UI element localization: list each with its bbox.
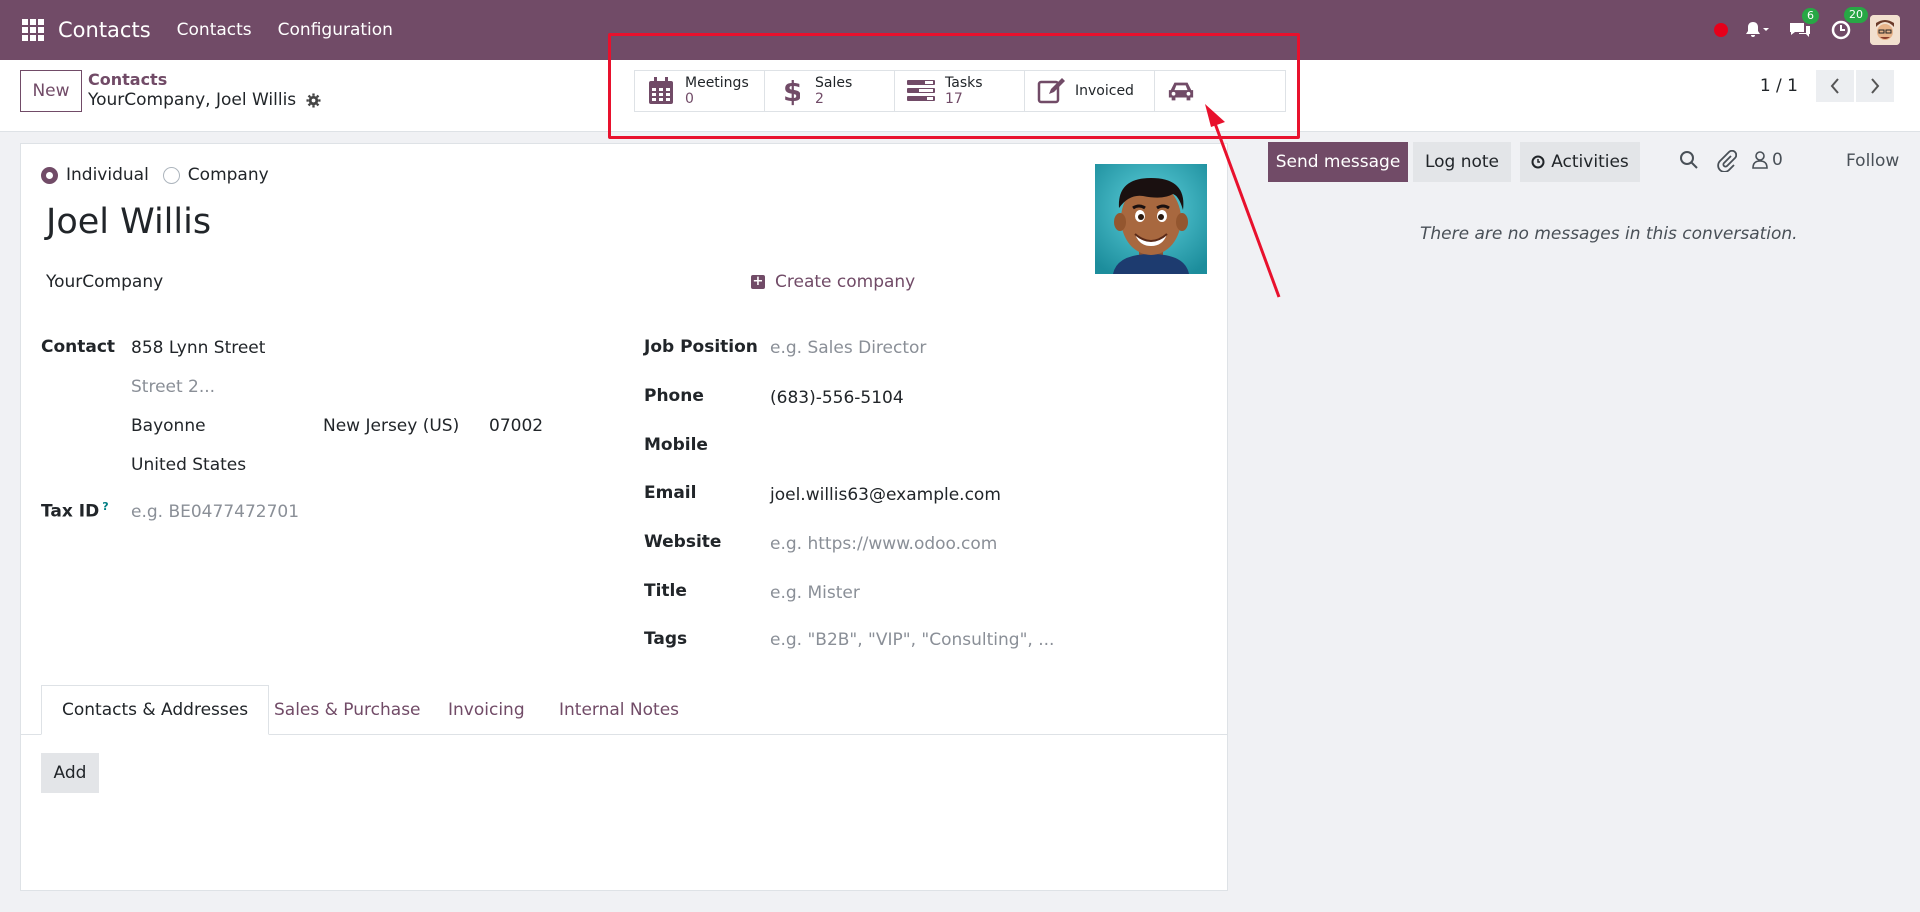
job-position-field[interactable]: e.g. Sales Director — [770, 338, 926, 358]
send-message-button[interactable]: Send message — [1268, 142, 1408, 182]
title-label: Title — [644, 581, 687, 601]
follow-button[interactable]: Follow — [1846, 151, 1899, 171]
tasks-icon — [907, 77, 935, 105]
smart-button-value: 2 — [815, 91, 824, 107]
pager-value[interactable]: 1 / 1 — [1760, 76, 1798, 96]
radio-company[interactable] — [162, 166, 180, 184]
contact-label: Contact — [41, 337, 116, 357]
website-label: Website — [644, 532, 722, 552]
contact-avatar[interactable] — [1095, 164, 1207, 274]
car-icon — [1167, 77, 1195, 105]
street-field[interactable]: 858 Lynn Street — [131, 338, 265, 358]
phone-field[interactable]: (683)-556-5104 — [770, 388, 904, 408]
smart-button-sales[interactable]: $ Sales 2 — [765, 71, 895, 111]
tags-field[interactable]: e.g. "B2B", "VIP", "Consulting", ... — [770, 630, 1054, 650]
menu-contacts[interactable]: Contacts — [177, 20, 252, 40]
smart-button-label: Invoiced — [1075, 83, 1134, 99]
smart-button-tasks[interactable]: Tasks 17 — [895, 71, 1025, 111]
gear-icon[interactable] — [306, 92, 321, 108]
tax-id-field[interactable]: e.g. BE0477472701 — [131, 502, 299, 522]
contact-name-field[interactable]: Joel Willis — [46, 202, 211, 242]
chat-icon[interactable]: 6 — [1788, 8, 1819, 40]
phone-label: Phone — [644, 386, 704, 406]
city-field[interactable]: Bayonne — [131, 416, 206, 436]
empty-conversation-message: There are no messages in this conversati… — [1420, 224, 1798, 244]
smart-button-value: 0 — [685, 91, 694, 107]
tax-id-label: Tax ID? — [41, 500, 109, 522]
clock-icon — [1531, 155, 1545, 169]
notebook-tabs: Contacts & Addresses Sales & Purchase In… — [21, 685, 1227, 735]
smart-button-car[interactable] — [1155, 71, 1285, 111]
followers-button[interactable]: 0 — [1752, 150, 1783, 170]
pager-previous-button[interactable] — [1816, 70, 1854, 102]
state-field[interactable]: New Jersey (US) — [323, 416, 459, 436]
radio-individual-label[interactable]: Individual — [66, 165, 149, 185]
new-button[interactable]: New — [20, 70, 82, 112]
app-brand[interactable]: Contacts — [58, 18, 151, 42]
smart-buttons: Meetings 0 $ Sales 2 Tasks 17 Invoiced — [634, 70, 1286, 112]
tab-invoicing[interactable]: Invoicing — [448, 685, 525, 735]
recording-indicator-icon — [1714, 23, 1728, 37]
user-icon — [1752, 151, 1768, 169]
dollar-icon: $ — [777, 76, 805, 106]
breadcrumb-current: YourCompany, Joel Willis — [88, 90, 321, 110]
svg-text:$: $ — [783, 76, 800, 106]
bell-icon[interactable] — [1744, 20, 1770, 40]
control-panel: New Contacts YourCompany, Joel Willis Me… — [0, 60, 1920, 132]
email-label: Email — [644, 483, 697, 503]
menu-configuration[interactable]: Configuration — [278, 20, 393, 40]
radio-company-label[interactable]: Company — [188, 165, 269, 185]
street2-field[interactable]: Street 2... — [131, 377, 215, 397]
tab-sales-purchase[interactable]: Sales & Purchase — [274, 685, 421, 735]
country-field[interactable]: United States — [131, 455, 246, 475]
chevron-left-icon — [1830, 78, 1839, 94]
breadcrumb-parent[interactable]: Contacts — [88, 70, 167, 89]
pager-next-button[interactable] — [1856, 70, 1894, 102]
activities-label: Activities — [1551, 152, 1629, 172]
apps-menu-icon[interactable] — [22, 19, 44, 41]
activity-clock-icon[interactable]: 20 — [1830, 7, 1868, 41]
contact-type-radio: Individual Company — [41, 165, 283, 185]
smart-button-label: Meetings — [685, 75, 749, 91]
create-company-label: Create company — [775, 272, 916, 292]
chevron-right-icon — [1871, 78, 1880, 94]
add-button[interactable]: Add — [41, 753, 99, 793]
create-company-button[interactable]: + Create company — [751, 272, 915, 292]
job-position-label: Job Position — [644, 337, 758, 357]
form-sheet: Individual Company Joel Willis YourCompa… — [20, 143, 1228, 891]
followers-count: 0 — [1772, 150, 1783, 170]
top-navbar: Contacts Contacts Configuration 6 20 — [0, 0, 1920, 60]
company-field[interactable]: YourCompany — [46, 272, 163, 292]
search-icon[interactable] — [1679, 150, 1699, 170]
radio-individual[interactable] — [41, 166, 58, 184]
activities-button[interactable]: Activities — [1520, 142, 1640, 182]
paperclip-icon[interactable] — [1717, 150, 1737, 172]
tags-label: Tags — [644, 629, 688, 649]
zip-field[interactable]: 07002 — [489, 416, 543, 436]
plus-square-icon: + — [751, 274, 765, 289]
chat-badge: 6 — [1802, 8, 1819, 24]
smart-button-label: Tasks — [945, 75, 983, 91]
edit-icon — [1037, 77, 1065, 105]
smart-button-label: Sales — [815, 75, 853, 91]
smart-button-invoiced[interactable]: Invoiced — [1025, 71, 1155, 111]
mobile-label: Mobile — [644, 435, 708, 455]
tab-internal-notes[interactable]: Internal Notes — [559, 685, 679, 735]
calendar-icon — [647, 77, 675, 105]
smart-button-value: 17 — [945, 91, 963, 107]
tab-contacts-addresses[interactable]: Contacts & Addresses — [41, 685, 270, 735]
user-avatar[interactable] — [1870, 15, 1900, 45]
smart-button-meetings[interactable]: Meetings 0 — [635, 71, 765, 111]
title-field[interactable]: e.g. Mister — [770, 583, 860, 603]
help-icon[interactable]: ? — [102, 500, 108, 513]
activity-badge: 20 — [1844, 7, 1868, 23]
log-note-button[interactable]: Log note — [1413, 142, 1511, 182]
pager: 1 / 1 — [1760, 70, 1894, 102]
breadcrumb-current-label: YourCompany, Joel Willis — [88, 90, 297, 110]
tax-id-label-text: Tax ID — [41, 501, 100, 522]
email-field[interactable]: joel.willis63@example.com — [770, 485, 1001, 505]
website-field[interactable]: e.g. https://www.odoo.com — [770, 534, 997, 554]
mobile-field[interactable] — [770, 435, 1070, 457]
